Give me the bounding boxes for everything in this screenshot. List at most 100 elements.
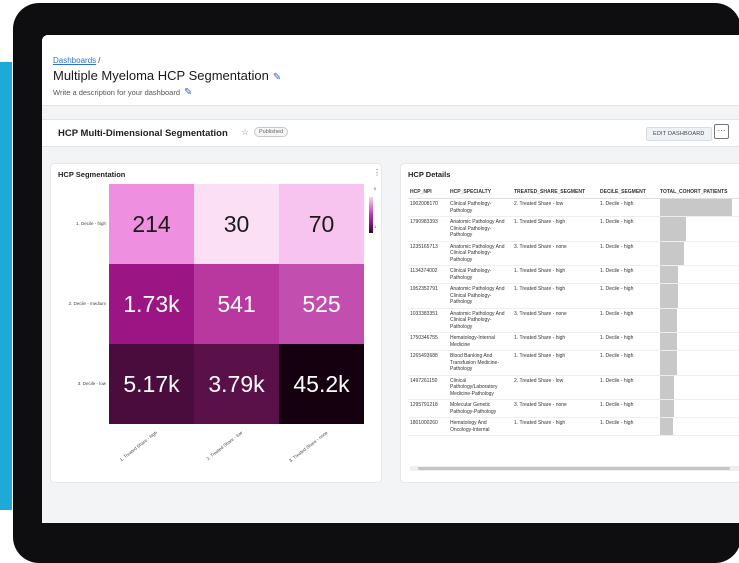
heatmap-cell[interactable]: 70 bbox=[279, 184, 364, 264]
table-cell-total: 4 bbox=[658, 308, 739, 333]
favorite-star-icon[interactable]: ☆ bbox=[241, 127, 249, 138]
patients-bar bbox=[660, 418, 673, 435]
table-cell-total bbox=[658, 198, 739, 217]
heatmap-cell[interactable]: 1.73k bbox=[109, 264, 194, 344]
patients-bar bbox=[660, 308, 678, 332]
table-row[interactable]: 1750346755 Hematology-Internal Medicine 1.… bbox=[408, 332, 739, 351]
table-row[interactable]: 1952352791 Anatomic Pathology And Clinica… bbox=[408, 283, 739, 309]
details-table: HCP_NPI HCP_SPECIALTY TREATED_SHARE_SEGM… bbox=[408, 186, 739, 436]
table-cell-decile: 1. Decile - high bbox=[598, 417, 658, 436]
table-row[interactable]: 1497261150 Clinical Pathology/Laboratory … bbox=[408, 375, 739, 400]
colorbar-tick-1: 1 bbox=[374, 224, 377, 229]
page-title: Multiple Myeloma HCP Segmentation ✎ bbox=[53, 68, 281, 83]
x-axis-label: 1. Treated Share - high bbox=[119, 430, 159, 463]
x-axis-label: 2. Treated Share - low bbox=[205, 430, 244, 462]
table-cell-npi: 1750346755 bbox=[408, 332, 448, 351]
col-header-specialty[interactable]: HCP_SPECIALTY bbox=[448, 186, 512, 199]
col-header-total[interactable]: TOTAL_COHORT_PATIENTS bbox=[658, 186, 739, 199]
table-cell-treated: 2. Treated Share - low bbox=[512, 375, 598, 400]
table-body: 1902008170 Clinical Pathology-Pathology 2.… bbox=[408, 198, 739, 436]
table-cell-specialty: Clinical Pathology/Laboratory Medicine-P… bbox=[448, 375, 512, 400]
table-row[interactable]: 1790983393 Anatomic Pathology And Clinica… bbox=[408, 216, 739, 242]
heatmap-cell[interactable]: 30 bbox=[194, 184, 279, 264]
edit-description-pencil-icon[interactable]: ✎ bbox=[184, 87, 192, 98]
table-cell-decile: 1. Decile - high bbox=[598, 198, 658, 217]
col-header-npi[interactable]: HCP_NPI bbox=[408, 186, 448, 199]
page-title-text: Multiple Myeloma HCP Segmentation bbox=[53, 68, 269, 83]
table-cell-specialty: Blood Banking And Transfusion Medicine-P… bbox=[448, 350, 512, 376]
table-cell-treated: 3. Treated Share - none bbox=[512, 241, 598, 266]
table-cell-total: 5. bbox=[658, 216, 739, 242]
edit-title-pencil-icon[interactable]: ✎ bbox=[273, 72, 281, 83]
status-badge: Published bbox=[254, 127, 289, 137]
x-axis-label: 3. Treated Share - none bbox=[288, 430, 329, 464]
dashboard-toolbar: HCP Multi-Dimensional Segmentation ☆ Pub… bbox=[42, 119, 739, 147]
table-cell-npi: 1902008170 bbox=[408, 198, 448, 217]
heatmap-cell[interactable]: 541 bbox=[194, 264, 279, 344]
table-row[interactable]: 1134374002 Clinical Pathology-Pathology 1.… bbox=[408, 265, 739, 284]
accent-strip bbox=[0, 62, 12, 510]
table-cell-decile: 1. Decile - high bbox=[598, 265, 658, 284]
heatmap-cell[interactable]: 5.17k bbox=[109, 344, 194, 424]
edit-dashboard-button[interactable]: EDIT DASHBOARD bbox=[646, 127, 712, 141]
dashboard-description[interactable]: Write a description for your dashboard ✎ bbox=[53, 87, 192, 98]
table-cell-npi: 1801000260 bbox=[408, 417, 448, 436]
heatmap-cell[interactable]: 214 bbox=[109, 184, 194, 264]
patients-bar bbox=[660, 241, 684, 265]
heatmap-title: HCP Segmentation bbox=[58, 170, 126, 179]
more-options-button[interactable]: ··· bbox=[714, 124, 729, 139]
col-header-decile[interactable]: DECILE_SEGMENT bbox=[598, 186, 658, 199]
table-cell-treated: 1. Treated Share - high bbox=[512, 216, 598, 242]
table-cell-decile: 1. Decile - high bbox=[598, 216, 658, 242]
heatmap-menu-icon[interactable]: ⋮ bbox=[373, 168, 381, 177]
col-header-treated[interactable]: TREATED_SHARE_SEGMENT bbox=[512, 186, 598, 199]
table-cell-specialty: Anatomic Pathology And Clinical Patholog… bbox=[448, 283, 512, 309]
table-cell-npi: 1790983393 bbox=[408, 216, 448, 242]
table-cell-specialty: Anatomic Pathology And Clinical Patholog… bbox=[448, 308, 512, 333]
table-cell-npi: 1952352791 bbox=[408, 283, 448, 309]
details-panel: HCP Details ⋮ HCP_NPI HCP_SPECIALTY TREA… bbox=[401, 164, 739, 482]
tablet-frame: Dashboards / Multiple Myeloma HCP Segment… bbox=[13, 3, 739, 563]
table-cell-treated: 1. Treated Share - high bbox=[512, 417, 598, 436]
horizontal-scrollbar[interactable] bbox=[410, 466, 739, 471]
table-cell-treated: 3. Treated Share - none bbox=[512, 308, 598, 333]
breadcrumb-separator: / bbox=[98, 56, 101, 65]
table-cell-specialty: Hematology And Oncology-Internal bbox=[448, 417, 512, 436]
breadcrumb: Dashboards / bbox=[53, 56, 100, 65]
table-cell-specialty: Anatomic Pathology And Clinical Patholog… bbox=[448, 216, 512, 242]
table-cell-treated: 1. Treated Share - high bbox=[512, 332, 598, 351]
table-row[interactable]: 1235165713 Anatomic Pathology And Clinica… bbox=[408, 241, 739, 266]
table-cell-decile: 1. Decile - high bbox=[598, 283, 658, 309]
heatmap-panel: HCP Segmentation ⋮ 214 30 70 1. Decile - hi… bbox=[51, 164, 381, 482]
table-cell-total: 4. bbox=[658, 350, 739, 376]
heatmap-cell[interactable]: 3.79k bbox=[194, 344, 279, 424]
table-cell-treated: 3. Treated Share - none bbox=[512, 399, 598, 418]
table-cell-specialty: Hematology-Internal Medicine bbox=[448, 332, 512, 351]
table-cell-specialty: Anatomic Pathology And Clinical Patholog… bbox=[448, 241, 512, 266]
table-row[interactable]: 1801000260 Hematology And Oncology-Intern… bbox=[408, 417, 739, 436]
heatmap-cell[interactable]: 45.2k bbox=[279, 344, 364, 424]
table-cell-decile: 1. Decile - high bbox=[598, 332, 658, 351]
table-row[interactable]: 1265493688 Blood Banking And Transfusion … bbox=[408, 350, 739, 376]
patients-bar bbox=[660, 199, 732, 216]
table-row[interactable]: 1033383351 Anatomic Pathology And Clinica… bbox=[408, 308, 739, 333]
table-cell-npi: 1235165713 bbox=[408, 241, 448, 266]
horizontal-scroll-thumb[interactable] bbox=[418, 467, 730, 470]
screen: Dashboards / Multiple Myeloma HCP Segment… bbox=[42, 35, 739, 523]
patients-bar bbox=[660, 351, 677, 375]
table-cell-decile: 1. Decile - high bbox=[598, 241, 658, 266]
breadcrumb-dashboards-link[interactable]: Dashboards bbox=[53, 56, 96, 65]
patients-bar bbox=[660, 217, 686, 241]
table-cell-treated: 2. Treated Share - low bbox=[512, 198, 598, 217]
table-cell-npi: 1295791218 bbox=[408, 399, 448, 418]
table-cell-total: 3. bbox=[658, 375, 739, 400]
heatmap-cell[interactable]: 525 bbox=[279, 264, 364, 344]
colorbar bbox=[369, 197, 373, 233]
table-cell-decile: 1. Decile - high bbox=[598, 375, 658, 400]
table-cell-specialty: Clinical Pathology-Pathology bbox=[448, 265, 512, 284]
patients-bar bbox=[660, 375, 675, 399]
table-cell-decile: 1. Decile - high bbox=[598, 399, 658, 418]
table-row[interactable]: 1902008170 Clinical Pathology-Pathology 2.… bbox=[408, 198, 739, 217]
patients-bar bbox=[660, 284, 678, 308]
table-row[interactable]: 1295791218 Molecular Genetic Pathology-Pa… bbox=[408, 399, 739, 418]
